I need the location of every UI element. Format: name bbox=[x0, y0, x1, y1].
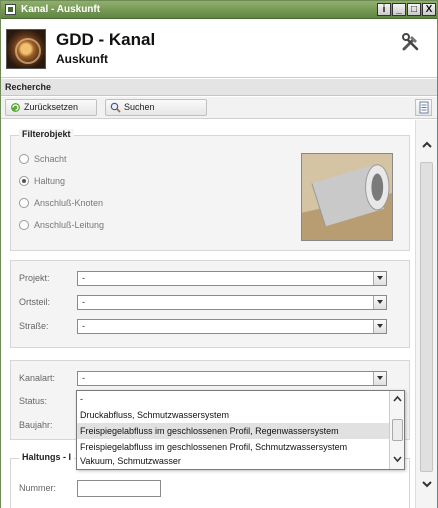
search-label: Suchen bbox=[124, 102, 155, 112]
dropdown-option[interactable]: Freispiegelabfluss im geschlossenen Prof… bbox=[77, 439, 389, 455]
document-button[interactable] bbox=[415, 99, 432, 116]
chevron-up-icon[interactable] bbox=[391, 393, 404, 405]
radio-indicator[interactable] bbox=[19, 176, 29, 186]
pipe-image bbox=[301, 153, 393, 241]
radio-label: Schacht bbox=[34, 154, 67, 164]
vertical-scrollbar[interactable] bbox=[415, 120, 437, 508]
chevron-down-icon[interactable] bbox=[373, 272, 386, 285]
app-header: GDD - Kanal Auskunft bbox=[1, 20, 437, 78]
scroll-down-icon[interactable] bbox=[420, 477, 434, 491]
minimize-button[interactable]: _ bbox=[392, 3, 406, 16]
app-subtitle: Auskunft bbox=[56, 52, 108, 66]
search-button[interactable]: Suchen bbox=[105, 99, 207, 116]
toolbar: Zurücksetzen Suchen bbox=[1, 97, 437, 119]
dropdown-option-highlighted[interactable]: Freispiegelabfluss im geschlossenen Prof… bbox=[77, 423, 389, 439]
projekt-value: - bbox=[82, 273, 85, 283]
radio-label: Haltung bbox=[34, 176, 66, 186]
chevron-down-icon[interactable] bbox=[391, 453, 404, 465]
title-bar[interactable]: Kanal - Auskunft i _ □ X bbox=[1, 1, 437, 19]
status-label: Status: bbox=[19, 396, 48, 406]
dropdown-option[interactable]: Druckabfluss, Schmutzwassersystem bbox=[77, 407, 389, 423]
filterobjekt-legend: Filterobjekt bbox=[19, 129, 74, 139]
strasse-value: - bbox=[82, 321, 85, 331]
reset-label: Zurücksetzen bbox=[24, 102, 79, 112]
kanalart-select[interactable]: - bbox=[77, 371, 387, 386]
baujahr-label: Baujahr: bbox=[19, 420, 53, 430]
ortsteil-value: - bbox=[82, 297, 85, 307]
reset-icon bbox=[11, 103, 20, 112]
haltung-legend: Haltungs - I bbox=[19, 452, 74, 462]
radio-indicator[interactable] bbox=[19, 198, 29, 208]
chevron-down-icon[interactable] bbox=[373, 372, 386, 385]
strasse-label: Straße: bbox=[19, 321, 49, 331]
nummer-label: Nummer: bbox=[19, 483, 57, 493]
kanalart-value: - bbox=[82, 373, 85, 383]
kanalart-label: Kanalart: bbox=[19, 373, 56, 383]
nummer-input[interactable] bbox=[77, 480, 161, 497]
chevron-down-icon[interactable] bbox=[373, 320, 386, 333]
app-window: Kanal - Auskunft i _ □ X GDD - Kanal Aus… bbox=[0, 0, 438, 508]
search-icon bbox=[110, 102, 121, 113]
window-title: Kanal - Auskunft bbox=[21, 4, 101, 15]
document-icon bbox=[419, 101, 429, 114]
maximize-button[interactable]: □ bbox=[407, 3, 421, 16]
ortsteil-select[interactable]: - bbox=[77, 295, 387, 310]
radio-indicator[interactable] bbox=[19, 220, 29, 230]
sewer-pipe-logo-icon bbox=[6, 29, 46, 69]
radio-label: Anschluß-Knoten bbox=[34, 198, 104, 208]
tools-icon[interactable] bbox=[401, 32, 421, 52]
info-button[interactable]: i bbox=[377, 3, 391, 16]
dropdown-scrollbar[interactable] bbox=[389, 391, 404, 469]
chevron-down-icon[interactable] bbox=[373, 296, 386, 309]
dropdown-option[interactable]: - bbox=[77, 391, 389, 407]
dropdown-scrollbar-thumb[interactable] bbox=[392, 419, 403, 441]
kanalart-dropdown-list[interactable]: - Druckabfluss, Schmutzwassersystem Frei… bbox=[76, 390, 405, 470]
strasse-select[interactable]: - bbox=[77, 319, 387, 334]
scroll-up-icon[interactable] bbox=[420, 138, 434, 152]
location-group: Projekt: - Ortsteil: - Straße: - bbox=[10, 260, 410, 348]
scrollbar-thumb[interactable] bbox=[420, 162, 433, 472]
projekt-label: Projekt: bbox=[19, 273, 50, 283]
projekt-select[interactable]: - bbox=[77, 271, 387, 286]
radio-indicator[interactable] bbox=[19, 154, 29, 164]
section-title: Recherche bbox=[1, 79, 437, 96]
radio-label: Anschluß-Leitung bbox=[34, 220, 105, 230]
reset-button[interactable]: Zurücksetzen bbox=[5, 99, 97, 116]
app-title: GDD - Kanal bbox=[56, 30, 156, 49]
ortsteil-label: Ortsteil: bbox=[19, 297, 51, 307]
close-button[interactable]: X bbox=[422, 3, 436, 16]
filterobjekt-group: Filterobjekt Schacht Haltung Anschluß-Kn… bbox=[10, 129, 410, 251]
dropdown-option[interactable]: Vakuum, Schmutzwasser bbox=[77, 455, 389, 469]
app-window-icon bbox=[5, 4, 16, 15]
